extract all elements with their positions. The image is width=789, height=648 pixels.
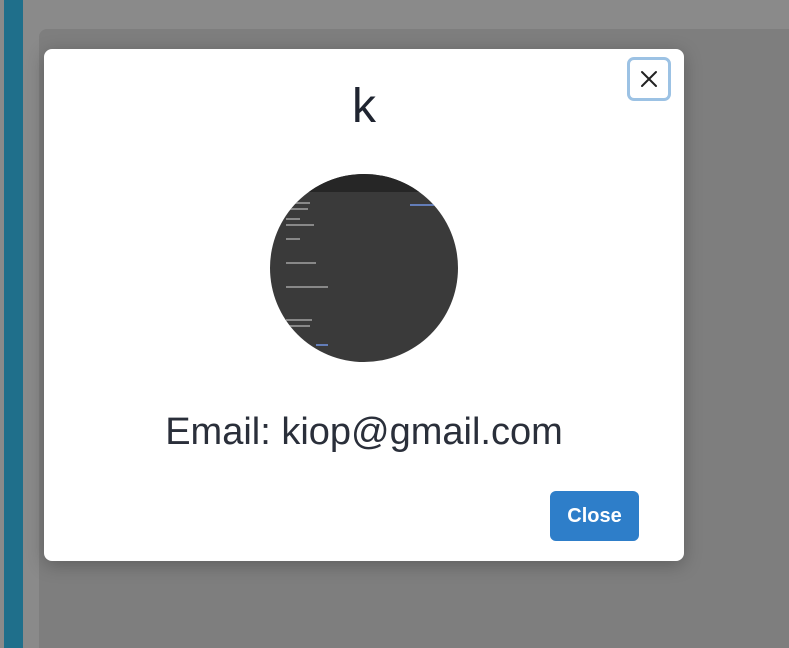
close-button[interactable]: Close [550,491,639,541]
avatar [270,174,458,362]
profile-modal: k Email: kiop@gmail.com Close [44,49,684,561]
modal-title: k [352,80,376,133]
sidebar-accent-strip [4,0,23,648]
background-gap [23,0,39,648]
email-text: Email: kiop@gmail.com [165,411,563,453]
